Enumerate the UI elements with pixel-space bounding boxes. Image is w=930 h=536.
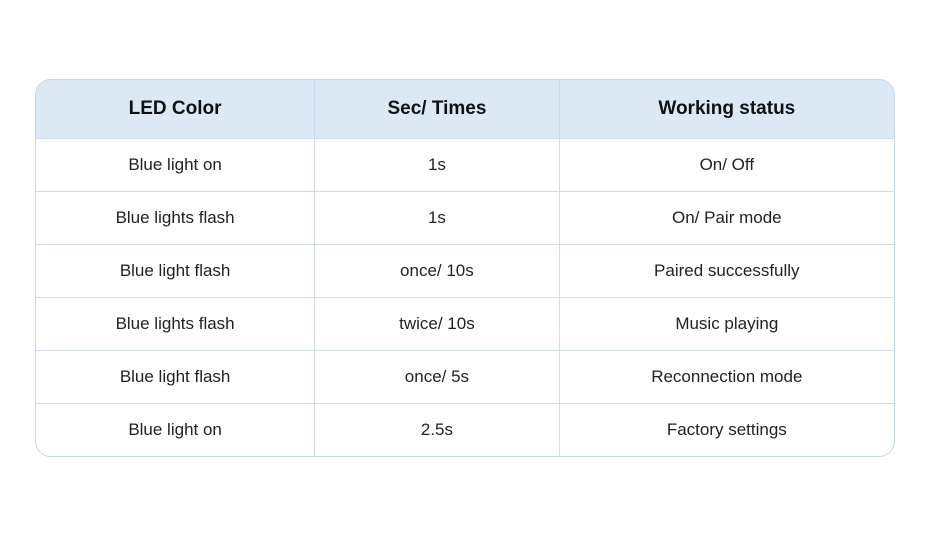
header-working-status: Working status	[559, 80, 894, 139]
cell-led-color: Blue light flash	[36, 245, 315, 298]
cell-sec-times: 1s	[315, 139, 559, 192]
cell-sec-times: 2.5s	[315, 404, 559, 457]
table-row: Blue light flashonce/ 5sReconnection mod…	[36, 351, 894, 404]
cell-sec-times: once/ 5s	[315, 351, 559, 404]
table-header-row: LED Color Sec/ Times Working status	[36, 80, 894, 139]
cell-led-color: Blue light on	[36, 404, 315, 457]
cell-working-status: Factory settings	[559, 404, 894, 457]
cell-working-status: On/ Off	[559, 139, 894, 192]
cell-working-status: On/ Pair mode	[559, 192, 894, 245]
table-row: Blue lights flashtwice/ 10sMusic playing	[36, 298, 894, 351]
header-sec-times: Sec/ Times	[315, 80, 559, 139]
header-led-color: LED Color	[36, 80, 315, 139]
cell-led-color: Blue lights flash	[36, 192, 315, 245]
table-row: Blue light on1sOn/ Off	[36, 139, 894, 192]
cell-working-status: Reconnection mode	[559, 351, 894, 404]
cell-working-status: Music playing	[559, 298, 894, 351]
cell-working-status: Paired successfully	[559, 245, 894, 298]
cell-led-color: Blue light on	[36, 139, 315, 192]
cell-sec-times: once/ 10s	[315, 245, 559, 298]
cell-sec-times: 1s	[315, 192, 559, 245]
cell-led-color: Blue light flash	[36, 351, 315, 404]
table-row: Blue lights flash1sOn/ Pair mode	[36, 192, 894, 245]
cell-led-color: Blue lights flash	[36, 298, 315, 351]
table-row: Blue light on2.5sFactory settings	[36, 404, 894, 457]
cell-sec-times: twice/ 10s	[315, 298, 559, 351]
led-status-table: LED Color Sec/ Times Working status Blue…	[35, 79, 895, 457]
table-row: Blue light flashonce/ 10sPaired successf…	[36, 245, 894, 298]
